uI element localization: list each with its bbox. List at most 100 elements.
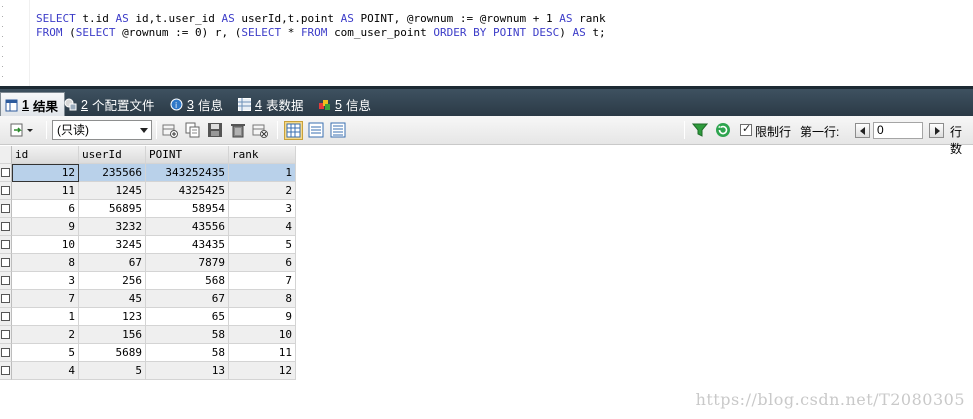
row-checkbox[interactable] — [0, 164, 12, 182]
column-header-rank[interactable]: rank — [229, 146, 296, 164]
table-cell-rank[interactable]: 12 — [229, 362, 296, 380]
tab-table-data[interactable]: 4 表数据 — [234, 93, 309, 116]
row-checkbox[interactable] — [0, 200, 12, 218]
prev-rows-button[interactable] — [855, 123, 870, 138]
table-cell-userid[interactable]: 3245 — [79, 236, 146, 254]
table-cell-rank[interactable]: 6 — [229, 254, 296, 272]
filter-icon[interactable] — [691, 122, 709, 138]
table-cell-id[interactable]: 1 — [12, 308, 79, 326]
row-checkbox[interactable] — [0, 344, 12, 362]
form-view-icon[interactable] — [308, 122, 324, 138]
table-cell-rank[interactable]: 11 — [229, 344, 296, 362]
table-cell-point[interactable]: 67 — [146, 290, 229, 308]
info-icon: i — [170, 98, 183, 111]
row-checkbox[interactable] — [0, 254, 12, 272]
table-cell-id[interactable]: 7 — [12, 290, 79, 308]
table-cell-id[interactable]: 11 — [12, 182, 79, 200]
tab-info-2[interactable]: 5 信息 — [314, 93, 377, 116]
table-cell-userid[interactable]: 123 — [79, 308, 146, 326]
table-cell-rank[interactable]: 4 — [229, 218, 296, 236]
cancel-changes-icon[interactable] — [252, 122, 268, 138]
table-cell-rank[interactable]: 9 — [229, 308, 296, 326]
table-cell-point[interactable]: 7879 — [146, 254, 229, 272]
tab-info-number: 3 — [187, 97, 194, 112]
column-header-userid[interactable]: userId — [79, 146, 146, 164]
table-cell-userid[interactable]: 45 — [79, 290, 146, 308]
column-header-id[interactable]: id — [12, 146, 79, 164]
first-row-label: 第一行: — [800, 125, 840, 139]
table-cell-userid[interactable]: 3232 — [79, 218, 146, 236]
table-cell-point[interactable]: 58 — [146, 326, 229, 344]
tab-table-data-label: 表数据 — [265, 99, 304, 113]
table-cell-id[interactable]: 3 — [12, 272, 79, 290]
sql-editor[interactable]: SELECT t.id AS id,t.user_id AS userId,t.… — [0, 0, 973, 86]
table-cell-id[interactable]: 6 — [12, 200, 79, 218]
svg-text:i: i — [175, 101, 177, 110]
table-cell-userid[interactable]: 67 — [79, 254, 146, 272]
table-cell-point[interactable]: 343252435 — [146, 164, 229, 182]
table-cell-point[interactable]: 65 — [146, 308, 229, 326]
table-cell-userid[interactable]: 1245 — [79, 182, 146, 200]
table-cell-id[interactable]: 10 — [12, 236, 79, 254]
checkbox-icon — [1, 258, 10, 267]
limit-rows-checkbox[interactable] — [740, 122, 752, 136]
table-cell-userid[interactable]: 5689 — [79, 344, 146, 362]
row-checkbox[interactable] — [0, 326, 12, 344]
row-checkbox[interactable] — [0, 272, 12, 290]
checkbox-icon — [1, 330, 10, 339]
table-cell-rank[interactable]: 10 — [229, 326, 296, 344]
table-cell-userid[interactable]: 235566 — [79, 164, 146, 182]
table-cell-rank[interactable]: 2 — [229, 182, 296, 200]
sql-token: userId,t.point — [241, 12, 341, 25]
checkbox-icon — [1, 348, 10, 357]
row-checkbox[interactable] — [0, 290, 12, 308]
readonly-select[interactable]: (只读) — [52, 120, 152, 140]
save-icon[interactable] — [207, 122, 223, 138]
row-checkbox[interactable] — [0, 236, 12, 254]
table-cell-point[interactable]: 13 — [146, 362, 229, 380]
refresh-icon[interactable] — [715, 122, 731, 138]
table-cell-point[interactable]: 43556 — [146, 218, 229, 236]
add-row-icon[interactable] — [162, 122, 178, 138]
row-checkbox[interactable] — [0, 218, 12, 236]
editor-gutter — [0, 0, 30, 86]
text-view-icon[interactable] — [330, 122, 346, 138]
sql-keyword: AS — [572, 26, 593, 39]
tab-info-2-number: 5 — [335, 97, 342, 112]
table-cell-point[interactable]: 43435 — [146, 236, 229, 254]
table-cell-rank[interactable]: 1 — [229, 164, 296, 182]
table-cell-id[interactable]: 8 — [12, 254, 79, 272]
table-cell-point[interactable]: 58954 — [146, 200, 229, 218]
row-checkbox[interactable] — [0, 308, 12, 326]
tab-result[interactable]: 1 结果 — [0, 92, 65, 117]
table-cell-userid[interactable]: 5 — [79, 362, 146, 380]
tab-info[interactable]: i 3 信息 — [166, 93, 229, 116]
table-cell-point[interactable]: 568 — [146, 272, 229, 290]
table-cell-rank[interactable]: 7 — [229, 272, 296, 290]
first-row-input[interactable]: 0 — [873, 122, 923, 139]
table-cell-id[interactable]: 2 — [12, 326, 79, 344]
column-header-point[interactable]: POINT — [146, 146, 229, 164]
export-icon[interactable] — [10, 122, 33, 138]
checkbox-icon — [1, 204, 10, 213]
next-rows-button[interactable] — [929, 123, 944, 138]
table-cell-id[interactable]: 9 — [12, 218, 79, 236]
tab-profile[interactable]: 2 个配置文件 — [60, 93, 160, 116]
chevron-left-icon — [860, 127, 865, 135]
row-checkbox[interactable] — [0, 362, 12, 380]
table-cell-id[interactable]: 12 — [12, 164, 79, 182]
row-checkbox[interactable] — [0, 182, 12, 200]
table-cell-rank[interactable]: 5 — [229, 236, 296, 254]
table-cell-point[interactable]: 58 — [146, 344, 229, 362]
table-cell-rank[interactable]: 8 — [229, 290, 296, 308]
table-cell-id[interactable]: 4 — [12, 362, 79, 380]
duplicate-row-icon[interactable] — [185, 122, 201, 138]
table-cell-point[interactable]: 4325425 — [146, 182, 229, 200]
table-cell-userid[interactable]: 56895 — [79, 200, 146, 218]
table-cell-rank[interactable]: 3 — [229, 200, 296, 218]
table-cell-userid[interactable]: 156 — [79, 326, 146, 344]
table-cell-userid[interactable]: 256 — [79, 272, 146, 290]
table-cell-id[interactable]: 5 — [12, 344, 79, 362]
delete-icon[interactable] — [230, 122, 246, 138]
grid-view-icon[interactable] — [284, 121, 303, 140]
